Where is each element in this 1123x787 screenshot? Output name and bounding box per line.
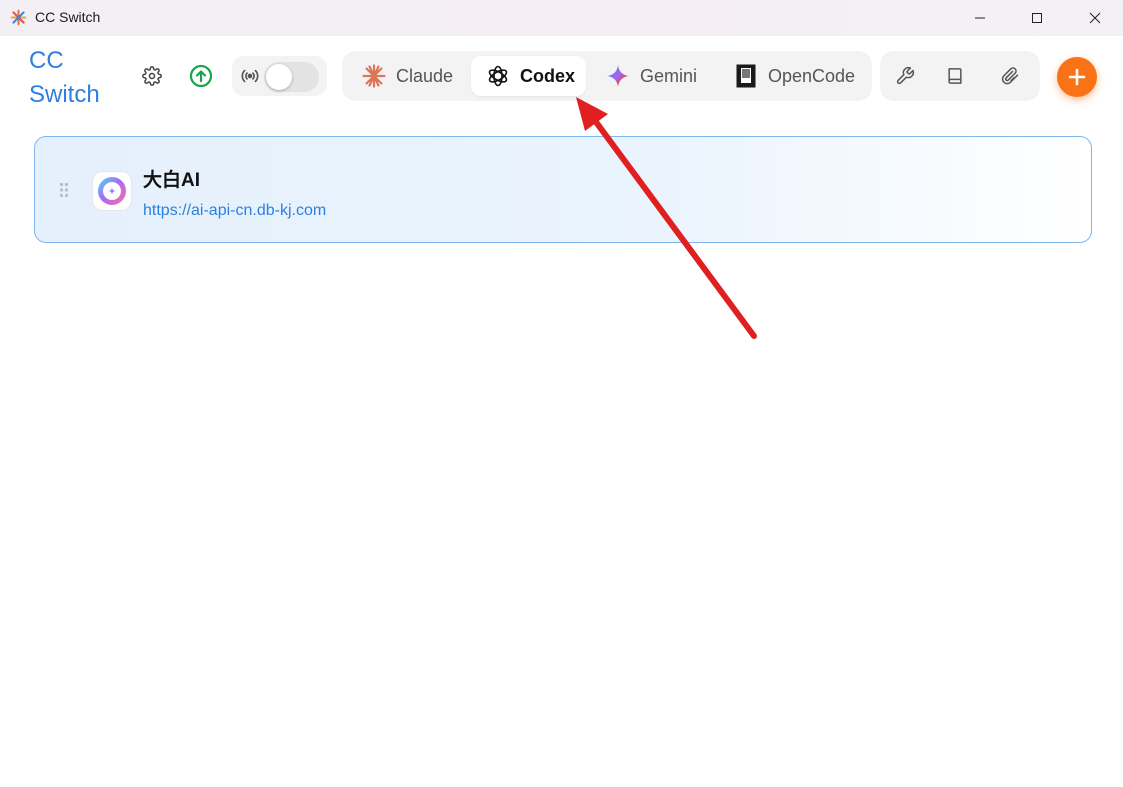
- drag-handle-icon[interactable]: [59, 182, 69, 198]
- maximize-button[interactable]: [1009, 0, 1065, 36]
- minimize-button[interactable]: [952, 0, 1008, 36]
- tab-codex[interactable]: Codex: [471, 56, 586, 96]
- claude-icon: [362, 64, 386, 88]
- window-title: CC Switch: [35, 9, 101, 25]
- openai-icon: [486, 64, 510, 88]
- tab-label: Gemini: [640, 65, 698, 86]
- docs-button[interactable]: [943, 64, 967, 88]
- close-button[interactable]: [1067, 0, 1123, 36]
- toggle-knob: [266, 64, 292, 90]
- opencode-icon: [734, 64, 758, 88]
- update-button[interactable]: [184, 59, 218, 93]
- app-icon: [10, 9, 27, 26]
- provider-logo: [93, 172, 131, 210]
- tab-opencode[interactable]: OpenCode: [734, 56, 869, 96]
- tab-label: OpenCode: [768, 65, 856, 86]
- tab-label: Codex: [520, 65, 576, 86]
- gear-icon: [142, 66, 162, 86]
- arrow-up-circle-icon: [189, 64, 213, 88]
- plus-icon: [1068, 68, 1086, 86]
- wrench-icon: [896, 66, 915, 85]
- minimize-icon: [975, 17, 985, 19]
- book-icon: [948, 68, 962, 84]
- brand-logo[interactable]: CC Switch: [29, 44, 100, 112]
- brand-line-2: Switch: [29, 81, 100, 108]
- provider-name: 大白AI: [143, 170, 201, 191]
- provider-logo-icon: [98, 177, 126, 205]
- title-bar: CC Switch: [0, 0, 1123, 36]
- provider-url[interactable]: https://ai-api-cn.db-kj.com: [143, 202, 326, 220]
- proxy-toggle[interactable]: [264, 62, 319, 92]
- maximize-icon: [1032, 13, 1042, 23]
- app-tabs: Claude Codex Gemini OpenCode: [342, 51, 872, 101]
- gemini-icon: [606, 64, 630, 88]
- close-icon: [1089, 12, 1101, 24]
- tools-button[interactable]: [893, 64, 917, 88]
- tab-gemini[interactable]: Gemini: [606, 56, 716, 96]
- settings-button[interactable]: [135, 59, 169, 93]
- brand-line-1: CC: [29, 47, 64, 74]
- tab-claude[interactable]: Claude: [362, 56, 474, 96]
- paperclip-icon: [1001, 67, 1019, 85]
- annotation-arrow: [576, 97, 757, 339]
- attach-button[interactable]: [998, 64, 1022, 88]
- provider-card[interactable]: 大白AI https://ai-api-cn.db-kj.com: [34, 136, 1092, 243]
- add-provider-button[interactable]: [1057, 57, 1097, 97]
- tools-group: [880, 51, 1040, 101]
- tab-label: Claude: [396, 65, 454, 86]
- broadcast-icon: [241, 69, 259, 83]
